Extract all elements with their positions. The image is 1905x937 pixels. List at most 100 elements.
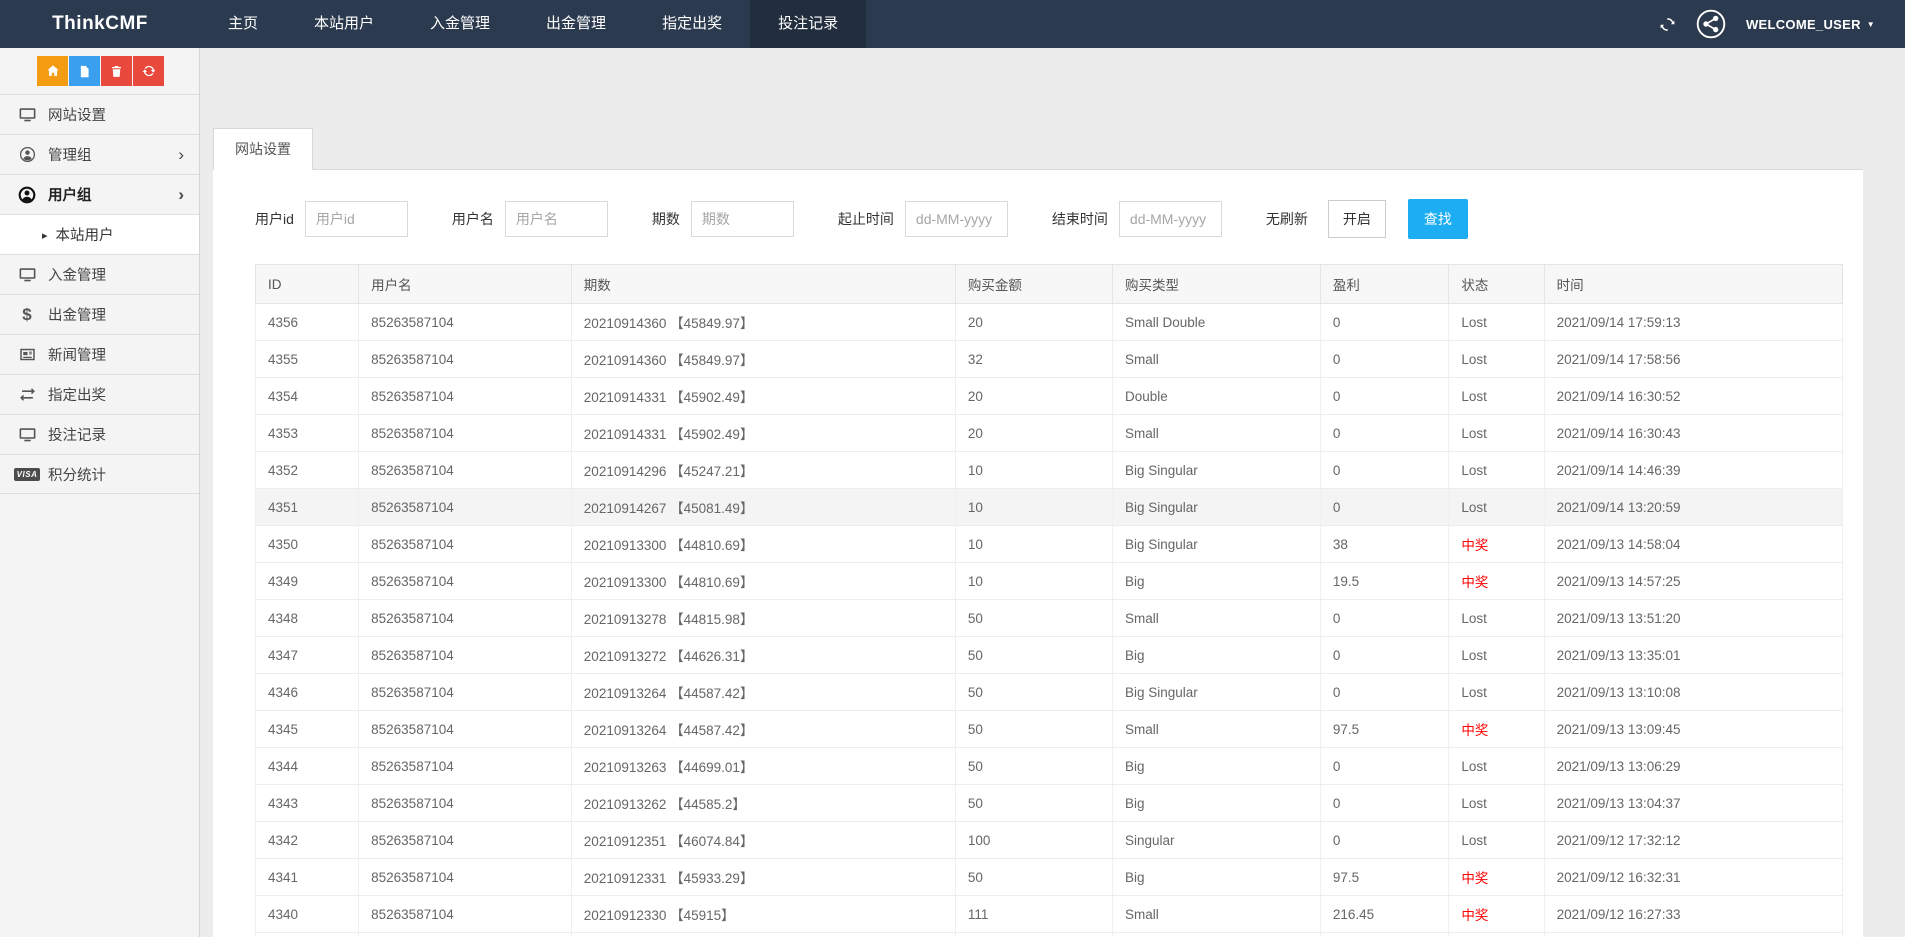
sidebar-quick-buttons xyxy=(0,48,199,94)
sidebar-item-label: 用户组 xyxy=(48,184,92,205)
sidebar-item[interactable]: ▸本站用户 xyxy=(0,214,199,254)
trash-icon xyxy=(110,65,123,78)
table-row: 43538526358710420210914331 【45902.49】20S… xyxy=(256,415,1843,452)
table-cell: 20210913263 【44699.01】 xyxy=(571,748,955,785)
table-cell: 4345 xyxy=(256,711,359,748)
file-icon xyxy=(78,65,91,78)
recycle-button[interactable] xyxy=(133,56,164,86)
column-header: 盈利 xyxy=(1320,265,1449,304)
trash-button[interactable] xyxy=(101,56,132,86)
table-cell: 2021/09/14 17:59:13 xyxy=(1544,304,1842,341)
table-cell: 2021/09/14 16:30:52 xyxy=(1544,378,1842,415)
table-row: 43448526358710420210913263 【44699.01】50B… xyxy=(256,748,1843,785)
sidebar-item[interactable]: 入金管理 xyxy=(0,254,199,294)
table-cell: 50 xyxy=(955,711,1112,748)
table-cell: Lost xyxy=(1449,785,1544,822)
table-cell: 2021/09/14 13:20:59 xyxy=(1544,489,1842,526)
sidebar-item[interactable]: 指定出奖 xyxy=(0,374,199,414)
table-cell: 0 xyxy=(1320,452,1449,489)
column-header: 时间 xyxy=(1544,265,1842,304)
table-row: 43398526358710420210912324 【45331.31】50B… xyxy=(256,933,1843,937)
sidebar-item[interactable]: $出金管理 xyxy=(0,294,199,334)
table-cell: 20210913278 【44815.98】 xyxy=(571,600,955,637)
table-cell: 50 xyxy=(955,859,1112,896)
sidebar-menu: 网站设置管理组› 用户组 › ▸本站用户入金管理$出金管理新闻管理指定出奖投注记录VI… xyxy=(0,94,199,494)
user-menu[interactable]: WELCOME_USER ▼ xyxy=(1746,17,1875,32)
table-cell: 20210913264 【44587.42】 xyxy=(571,674,955,711)
table-cell: 85263587104 xyxy=(359,304,572,341)
no-refresh-label: 无刷新 xyxy=(1266,209,1308,229)
sidebar-item[interactable]: 网站设置 xyxy=(0,94,199,134)
table-row: 43518526358710420210914267 【45081.49】10B… xyxy=(256,489,1843,526)
nav-item[interactable]: 入金管理 xyxy=(402,0,518,48)
sidebar-item[interactable]: 用户组 › xyxy=(0,174,199,214)
table-cell: 2021/09/14 17:58:56 xyxy=(1544,341,1842,378)
table-cell: 2021/09/13 13:51:20 xyxy=(1544,600,1842,637)
table-cell: 中奖 xyxy=(1449,896,1544,933)
table-row: 43508526358710420210913300 【44810.69】10B… xyxy=(256,526,1843,563)
table-cell: 20210912331 【45933.29】 xyxy=(571,859,955,896)
table-row: 43548526358710420210914331 【45902.49】20D… xyxy=(256,378,1843,415)
tab-site-settings[interactable]: 网站设置 xyxy=(213,128,313,170)
monitor-icon xyxy=(15,426,39,443)
table-cell: 4340 xyxy=(256,896,359,933)
table-cell: Lost xyxy=(1449,748,1544,785)
table-cell: 2021/09/13 13:35:01 xyxy=(1544,637,1842,674)
table-cell: 111 xyxy=(955,896,1112,933)
table-cell: 20210914331 【45902.49】 xyxy=(571,378,955,415)
table-cell: 85263587104 xyxy=(359,896,572,933)
table-cell: 85263587104 xyxy=(359,859,572,896)
search-button[interactable]: 查找 xyxy=(1408,199,1468,239)
table-cell: 2021/09/12 17:32:12 xyxy=(1544,822,1842,859)
table-cell: 10 xyxy=(955,452,1112,489)
table-cell: 50 xyxy=(955,748,1112,785)
sidebar-item[interactable]: 投注记录 xyxy=(0,414,199,454)
sidebar-item[interactable]: 新闻管理 xyxy=(0,334,199,374)
table-cell: 50 xyxy=(955,637,1112,674)
table-cell: Lost xyxy=(1449,341,1544,378)
refresh-icon[interactable] xyxy=(1659,16,1676,33)
nav-item[interactable]: 指定出奖 xyxy=(634,0,750,48)
user-name-input[interactable] xyxy=(505,201,608,237)
newspaper-icon xyxy=(15,346,39,363)
table-cell: 2021/09/13 13:06:29 xyxy=(1544,748,1842,785)
nav-item[interactable]: 本站用户 xyxy=(286,0,402,48)
column-header: 用户名 xyxy=(359,265,572,304)
sidebar-item[interactable]: VISA积分统计 xyxy=(0,454,199,494)
table-cell: Big Singular xyxy=(1112,526,1320,563)
table-cell: 2021/09/14 16:30:43 xyxy=(1544,415,1842,452)
sidebar-item[interactable]: 管理组› xyxy=(0,134,199,174)
table-cell: 32 xyxy=(955,341,1112,378)
content-card: 网站设置 用户id用户名期数起止时间结束时间 无刷新 开启 查找 ID用户名期数… xyxy=(213,128,1863,937)
table-cell: 4349 xyxy=(256,563,359,600)
nav-item[interactable]: 投注记录 xyxy=(750,0,866,48)
home-button[interactable] xyxy=(37,56,68,86)
welcome-user-label: WELCOME_USER xyxy=(1746,17,1861,32)
table-cell: Small xyxy=(1112,896,1320,933)
nav-item[interactable]: 出金管理 xyxy=(518,0,634,48)
chevron-right-icon: › xyxy=(178,186,187,203)
nav-item[interactable]: 主页 xyxy=(200,0,286,48)
sidebar-item-label: 本站用户 xyxy=(56,224,114,245)
table-cell: 50 xyxy=(955,674,1112,711)
user-avatar-icon[interactable] xyxy=(1696,9,1726,39)
table-cell: 20210914296 【45247.21】 xyxy=(571,452,955,489)
column-header: 状态 xyxy=(1449,265,1544,304)
file-button[interactable] xyxy=(69,56,100,86)
table-cell: 4352 xyxy=(256,452,359,489)
sidebar-item-label: 积分统计 xyxy=(48,464,106,485)
table-cell: Small xyxy=(1112,415,1320,452)
user-id-input[interactable] xyxy=(305,201,408,237)
table-cell: Lost xyxy=(1449,822,1544,859)
table-cell: 0 xyxy=(1320,674,1449,711)
period-input[interactable] xyxy=(691,201,794,237)
table-cell: 97.5 xyxy=(1320,711,1449,748)
no-refresh-toggle-button[interactable]: 开启 xyxy=(1328,200,1386,238)
table-cell: 20210913272 【44626.31】 xyxy=(571,637,955,674)
start-time-input[interactable] xyxy=(905,201,1008,237)
end-time-input[interactable] xyxy=(1119,201,1222,237)
table-cell: Big xyxy=(1112,933,1320,937)
table-cell: 85263587104 xyxy=(359,600,572,637)
table-cell: 0 xyxy=(1320,304,1449,341)
table-cell: Big xyxy=(1112,748,1320,785)
